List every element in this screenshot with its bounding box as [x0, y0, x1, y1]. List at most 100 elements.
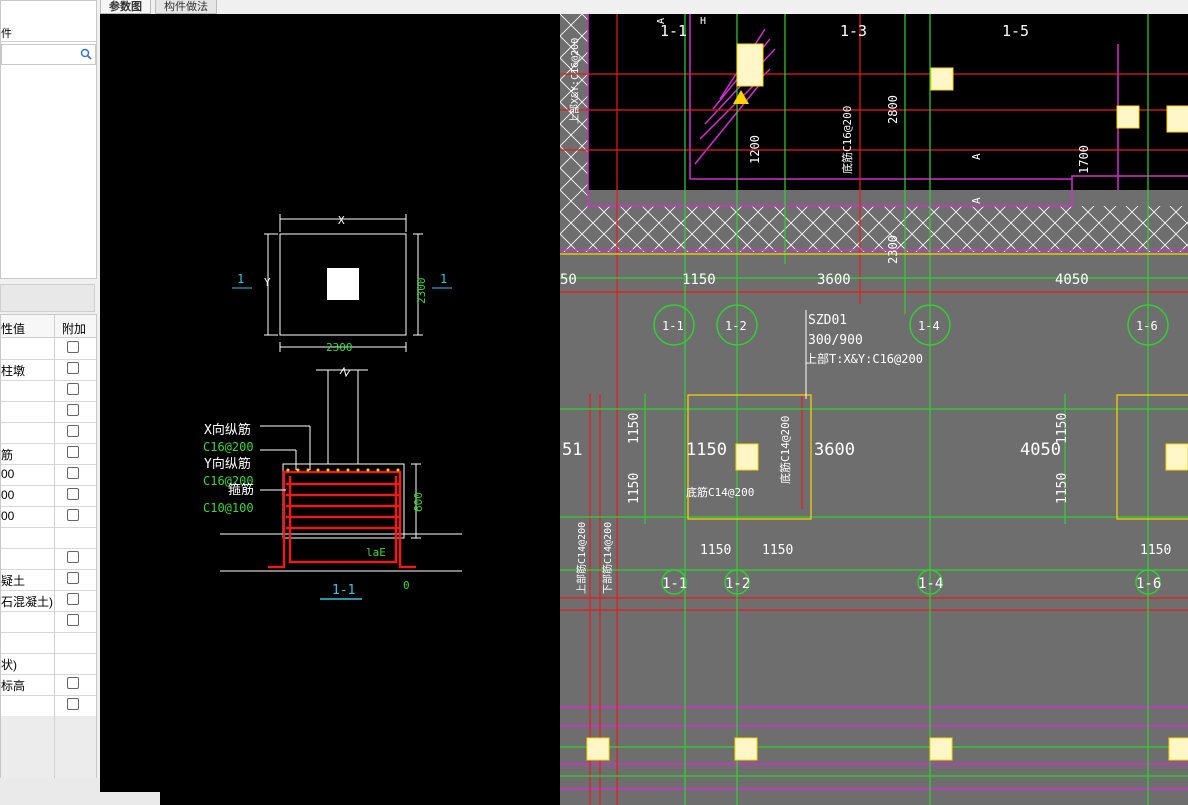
vdim-2: 1700 — [1077, 145, 1091, 174]
search-input[interactable] — [1, 44, 96, 65]
attach-checkbox[interactable] — [67, 509, 79, 521]
table-row[interactable]: 00 — [1, 485, 96, 507]
tab-param-drawing[interactable]: 参数图 — [100, 0, 151, 14]
table-row[interactable]: 00 — [1, 464, 96, 486]
table-row[interactable] — [1, 632, 96, 654]
section-mark-left: 1 — [237, 272, 244, 286]
table-row[interactable]: 筋 — [1, 443, 96, 465]
attach-checkbox[interactable] — [67, 362, 79, 374]
component-tree-panel: 件 — [0, 0, 97, 279]
attach-checkbox[interactable] — [67, 698, 79, 710]
attach-checkbox[interactable] — [67, 488, 79, 500]
table-row[interactable]: 疑土 — [1, 569, 96, 591]
panel-splitter[interactable] — [0, 284, 95, 312]
cell-separator — [54, 338, 55, 359]
axis-row-0: 1-1 — [662, 319, 684, 333]
mid-dim-1: 1150 — [686, 440, 727, 460]
cell-separator — [54, 401, 55, 422]
attach-checkbox[interactable] — [67, 572, 79, 584]
attach-checkbox[interactable] — [67, 551, 79, 563]
pad-dim-1: 1150 — [762, 543, 793, 558]
table-row[interactable] — [1, 548, 96, 570]
table-row[interactable] — [1, 737, 96, 759]
col-name: SZD01 — [808, 313, 847, 328]
section-title: 1-1 — [332, 583, 355, 598]
table-row[interactable] — [1, 611, 96, 633]
pad-dim-0: 1150 — [700, 543, 731, 558]
table-row[interactable]: 00 — [1, 506, 96, 528]
cell-separator — [54, 695, 55, 716]
section-rebars — [268, 470, 416, 569]
header-value: 性值 — [1, 322, 26, 336]
search-icon[interactable] — [80, 48, 92, 60]
table-row[interactable]: 石混凝土) — [1, 590, 96, 612]
attach-checkbox[interactable] — [67, 425, 79, 437]
table-row[interactable] — [1, 695, 96, 717]
attach-checkbox[interactable] — [67, 467, 79, 479]
top-dim-1: 1150 — [682, 272, 716, 288]
cell-separator — [54, 506, 55, 527]
tree-header: 件 — [1, 1, 96, 42]
cell-separator — [54, 485, 55, 506]
table-row[interactable] — [1, 716, 96, 738]
table-row[interactable] — [1, 758, 96, 780]
table-row[interactable]: 标高 — [1, 674, 96, 696]
axis-top-1: 1-3 — [840, 22, 867, 40]
x-bar-value: C16@200 — [203, 440, 254, 454]
header-attach: 附加 — [62, 322, 87, 336]
vrebar-3: 下部筋C14@200 — [601, 522, 614, 594]
top-dim-2: 3600 — [817, 272, 851, 288]
plan-dim-y: Y — [264, 276, 271, 289]
cad-plan-svg: 1-1 1-3 1-5 1-1 1-2 1-4 1-6 1-1 1-2 1-4 … — [560, 14, 1188, 805]
property-value: 疑土 — [1, 574, 26, 588]
bottom-black-strip — [160, 778, 560, 805]
table-row[interactable] — [1, 422, 96, 444]
axis-bottom-2: 1-4 — [918, 576, 943, 592]
cad-title-strip — [560, 0, 1188, 14]
cell-separator — [54, 611, 55, 632]
mid-dim-0: 51 — [562, 440, 582, 460]
attach-checkbox[interactable] — [67, 383, 79, 395]
tree-header-label: 件 — [1, 28, 12, 40]
rebar-h: 底筋C14@200 — [686, 485, 754, 499]
axis-row-1: 1-2 — [725, 319, 747, 333]
top-mark-1: H — [700, 16, 706, 27]
table-row[interactable] — [1, 380, 96, 402]
plan-column — [327, 268, 359, 300]
table-row[interactable] — [1, 401, 96, 423]
top-vert-text: 上部X&Y:C16@200 — [568, 38, 581, 124]
pad-dim-5: 1150 — [1055, 413, 1070, 444]
table-row[interactable]: 状) — [1, 653, 96, 675]
table-row[interactable] — [1, 527, 96, 549]
cell-separator — [54, 590, 55, 611]
axis-top-2: 1-5 — [1002, 22, 1029, 40]
x-bar-label: X向纵筋 — [204, 422, 251, 438]
attach-checkbox[interactable] — [67, 677, 79, 689]
cell-separator — [54, 674, 55, 695]
attach-checkbox[interactable] — [67, 341, 79, 353]
stirrup-label: 箍筋 — [228, 482, 254, 498]
tab-component-method[interactable]: 构件做法 — [155, 0, 217, 14]
cell-separator — [54, 632, 55, 653]
table-row[interactable]: 柱墩 — [1, 359, 96, 381]
axis-row-3: 1-6 — [1136, 319, 1158, 333]
pad-dim-2: 1150 — [1140, 543, 1171, 558]
attach-checkbox[interactable] — [67, 404, 79, 416]
axis-bottom-0: 1-1 — [662, 576, 687, 592]
plan-dim-x: X — [338, 214, 345, 227]
property-value: 00 — [1, 509, 15, 523]
vrebar-1: 底筋C14@200 — [778, 416, 792, 484]
cell-separator — [54, 464, 55, 485]
property-value: 标高 — [1, 679, 26, 693]
table-row[interactable] — [1, 338, 96, 360]
vrebar-2: 上部筋C14@200 — [575, 522, 588, 594]
attach-checkbox[interactable] — [67, 593, 79, 605]
property-value: 筋 — [1, 448, 14, 462]
cad-plan-view[interactable]: 1-1 1-3 1-5 1-1 1-2 1-4 1-6 1-1 1-2 1-4 … — [560, 14, 1188, 805]
left-property-panel: 件 性值 附加 柱墩筋 00 00 00 疑土 石混凝土) 状) 标高 — [0, 0, 160, 805]
attach-checkbox[interactable] — [67, 446, 79, 458]
cell-separator — [54, 548, 55, 569]
plan-dim-right: 2300 — [415, 278, 428, 305]
param-drawing-view[interactable]: X Y 2300 2300 1 1 X向纵筋 C16@200 Y向纵筋 C16@… — [100, 14, 560, 792]
attach-checkbox[interactable] — [67, 614, 79, 626]
